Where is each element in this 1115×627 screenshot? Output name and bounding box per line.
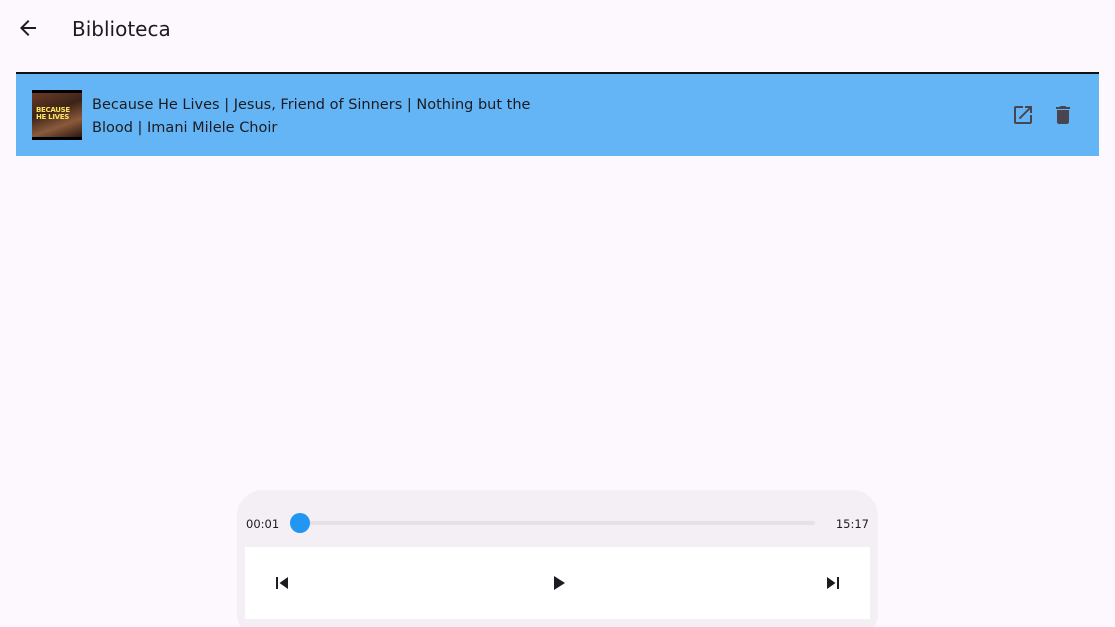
track-title: Because He Lives | Jesus, Friend of Sinn… [92, 97, 531, 136]
delete-icon [1056, 106, 1070, 124]
progress-knob[interactable] [289, 513, 310, 533]
skip-previous-icon [276, 577, 288, 589]
previous-button[interactable] [270, 571, 294, 595]
playback-controls [245, 547, 870, 619]
arrow-back-icon [20, 20, 36, 36]
open-external-button[interactable] [1011, 103, 1035, 127]
play-button[interactable] [546, 571, 570, 595]
skip-next-icon [827, 577, 839, 589]
app-bar: Biblioteca [0, 0, 1115, 60]
play-icon [554, 576, 565, 590]
next-button[interactable] [821, 571, 845, 595]
open-in-new-icon [1014, 106, 1032, 124]
page-title: Biblioteca [72, 17, 171, 41]
duration-time: 15:17 [835, 517, 869, 531]
audio-player: 00:01 15:17 [237, 490, 878, 627]
elapsed-time: 00:01 [246, 517, 280, 531]
library-item[interactable]: BECAUSE HE LIVES Because He Lives | Jesu… [16, 74, 1099, 156]
progress-slider[interactable] [289, 513, 815, 533]
track-thumbnail: BECAUSE HE LIVES [32, 90, 82, 140]
thumbnail-text: BECAUSE HE LIVES [36, 106, 70, 121]
delete-button[interactable] [1051, 103, 1075, 127]
back-button[interactable] [12, 12, 44, 44]
